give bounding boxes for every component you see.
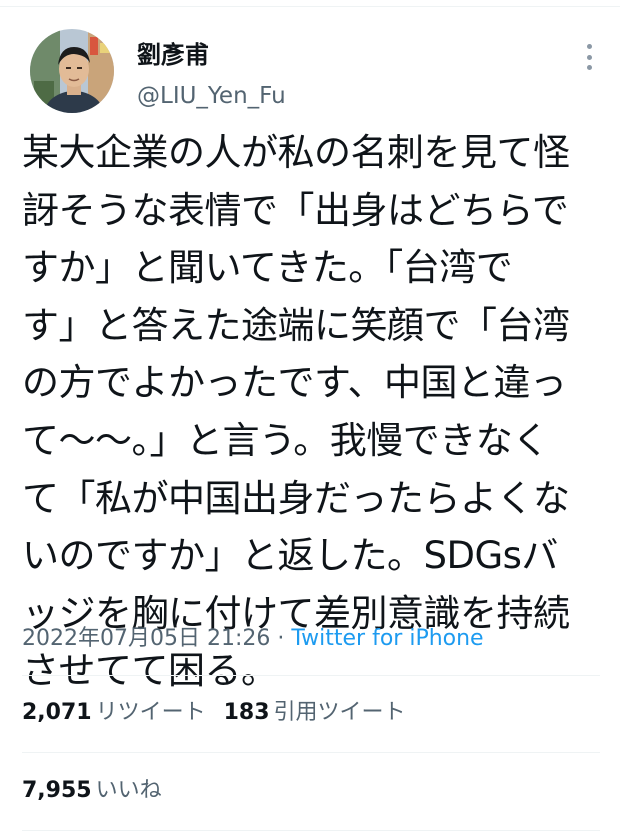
author-display-name[interactable]: 劉彥甫 (137, 40, 209, 70)
likes-stat[interactable]: 7,955 いいね (22, 776, 162, 806)
stats-row-likes: 7,955 いいね (22, 776, 162, 806)
divider (22, 752, 600, 753)
divider (22, 830, 600, 831)
tweet-text: 某大企業の人が私の名刺を見て怪 訝そうな表情で「出身はどちらで すか」と聞いてき… (22, 131, 570, 693)
tweet-meta: 2022年07月05日 21:26 · Twitter for iPhone (22, 624, 484, 654)
retweets-stat[interactable]: 2,071 リツイート (22, 698, 206, 728)
meta-separator: · (270, 626, 292, 651)
retweet-count: 2,071 (22, 700, 92, 725)
retweet-label: リツイート (95, 700, 206, 725)
quote-label: 引用ツイート (273, 700, 406, 725)
author-handle[interactable]: @LIU_Yen_Fu (137, 81, 286, 111)
tweet-source-link[interactable]: Twitter for iPhone (291, 626, 483, 651)
stats-row-retweets: 2,071 リツイート 183 引用ツイート (22, 698, 406, 728)
quote-tweets-stat[interactable]: 183 引用ツイート (224, 698, 406, 728)
more-vertical-icon[interactable] (576, 44, 602, 70)
divider (22, 675, 600, 676)
tweet-timestamp[interactable]: 2022年07月05日 21:26 (22, 626, 270, 651)
top-divider (0, 6, 620, 7)
avatar[interactable] (30, 29, 114, 113)
like-count: 7,955 (22, 778, 92, 803)
like-label: いいね (95, 778, 162, 803)
quote-count: 183 (223, 700, 270, 725)
